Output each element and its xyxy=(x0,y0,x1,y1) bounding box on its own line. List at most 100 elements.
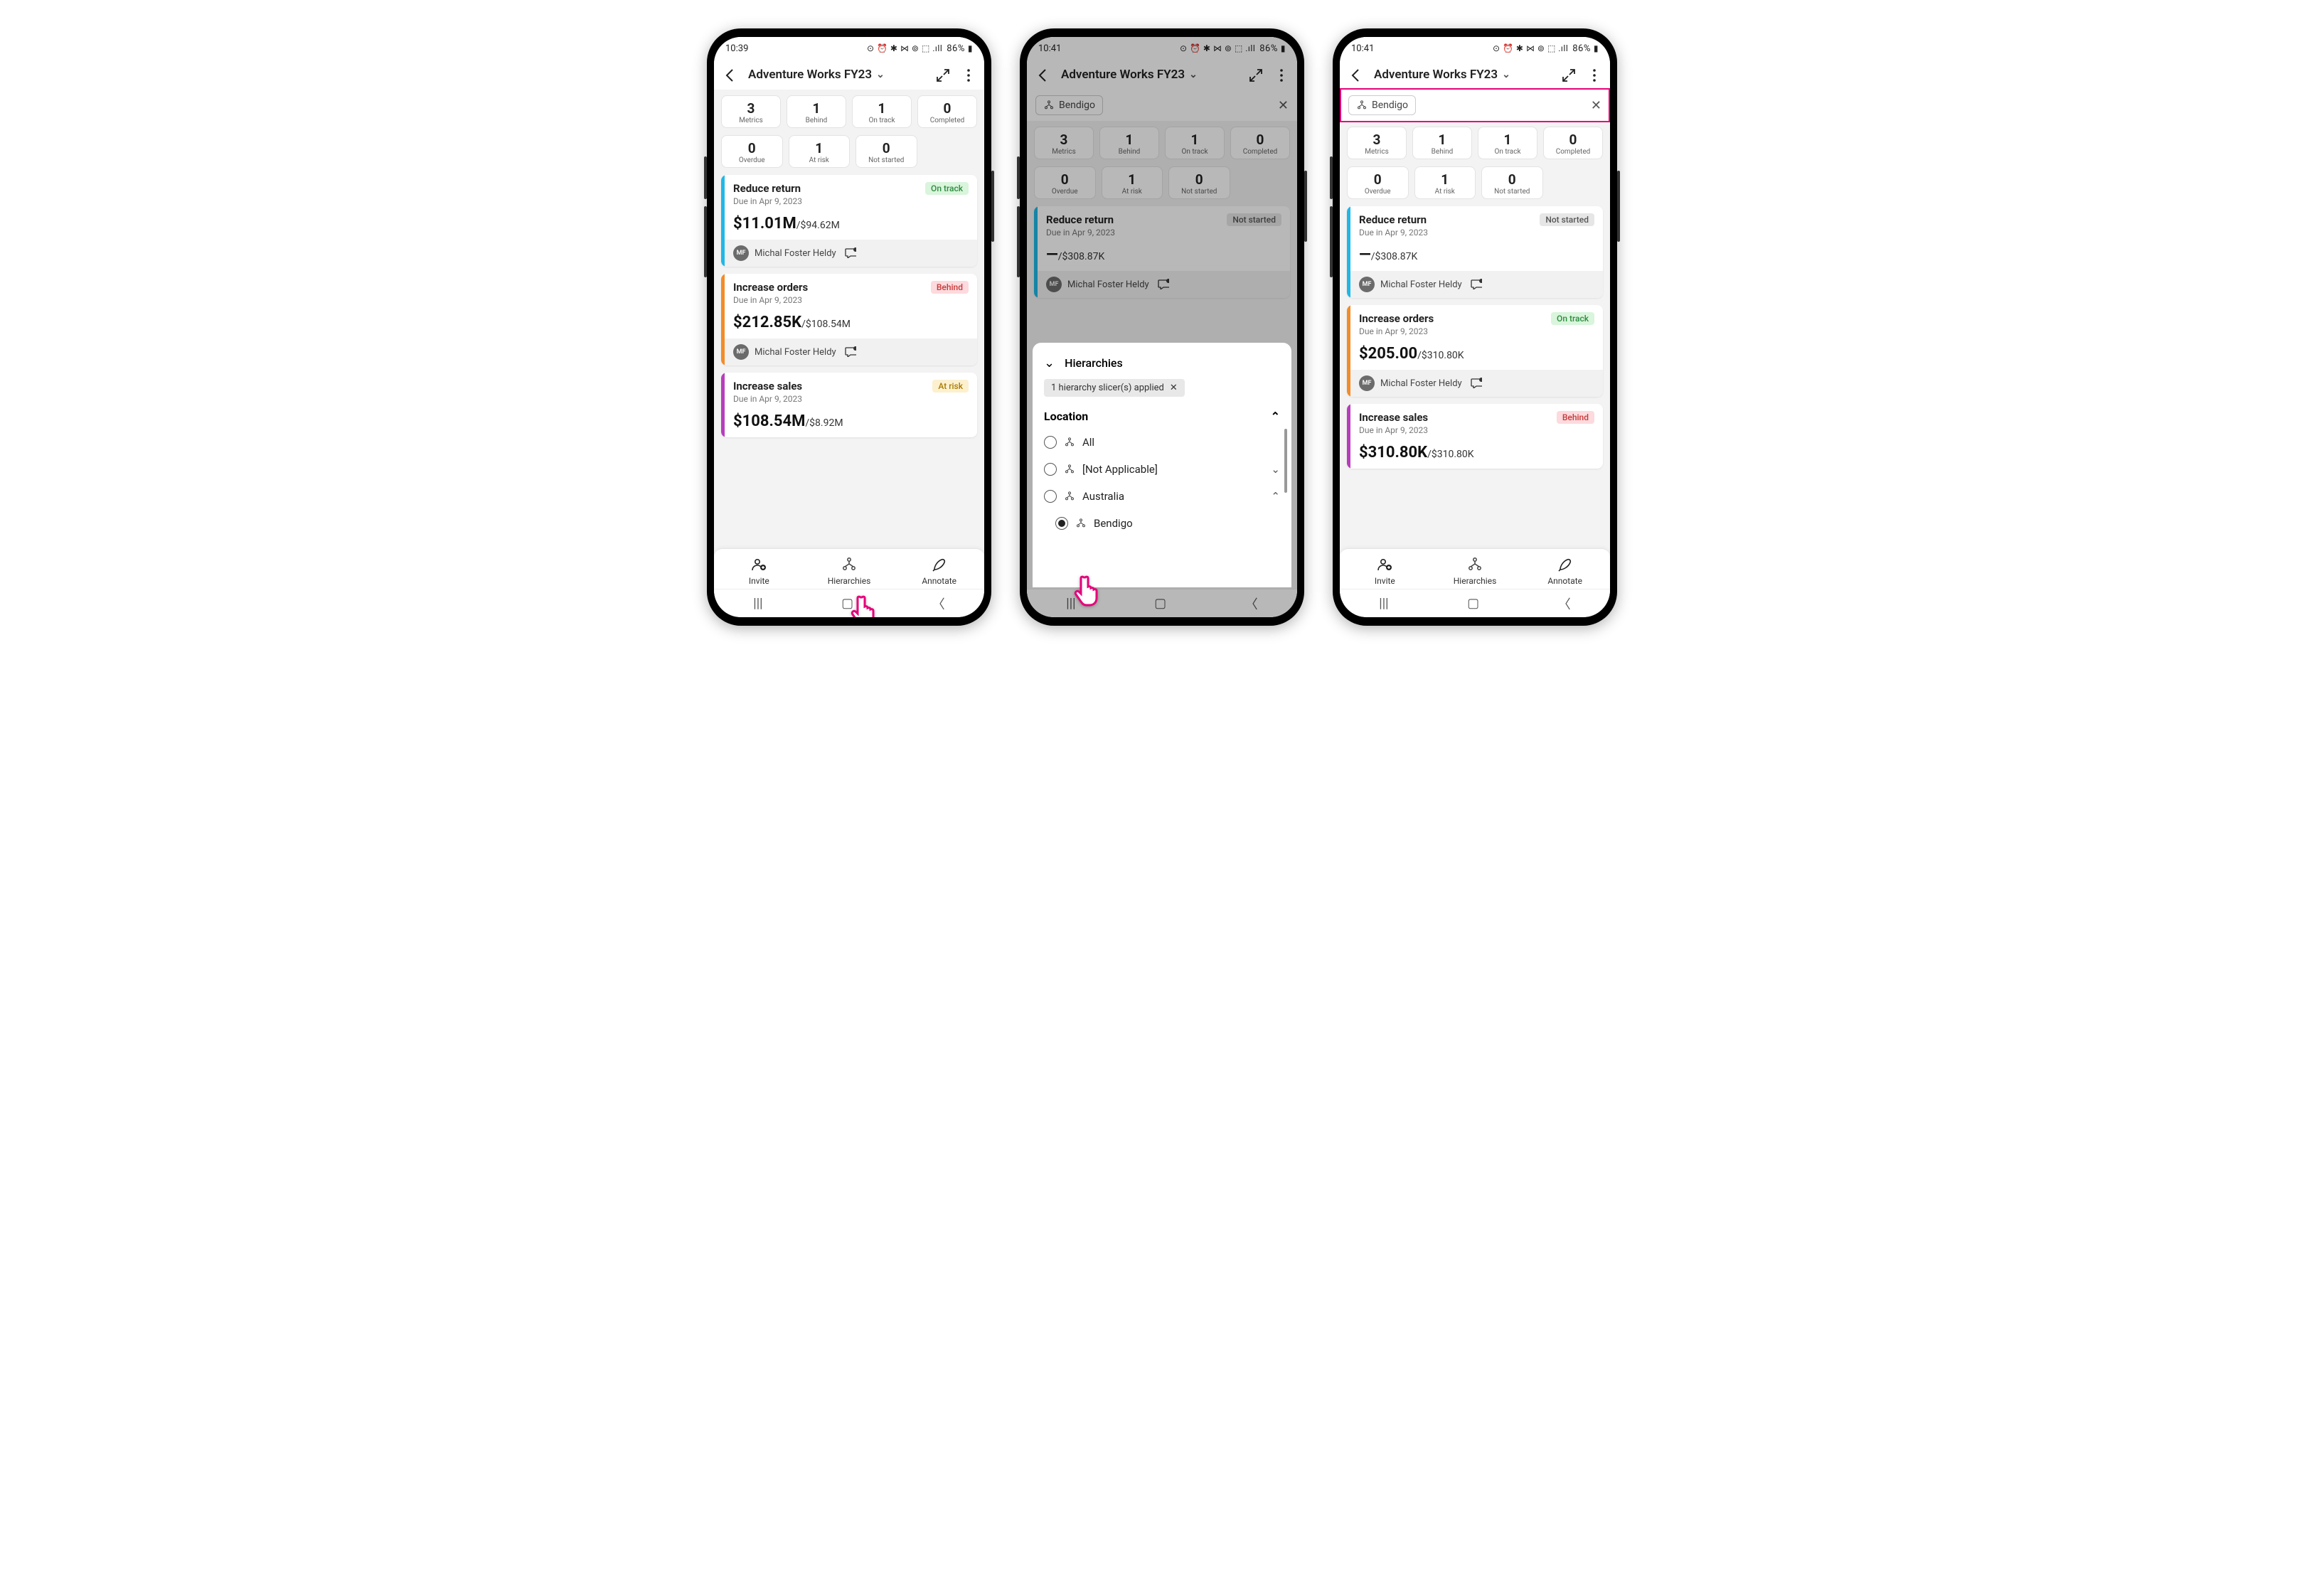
stat-behind[interactable]: 1Behind xyxy=(787,95,846,128)
bottom-bar: Invite Hierarchies Annotate xyxy=(714,548,984,589)
list-item[interactable]: All xyxy=(1041,429,1283,456)
battery-icon: ▮ xyxy=(1594,43,1599,53)
back-icon[interactable] xyxy=(723,67,738,82)
stats-row-2: 0Overdue 1At risk 0Not started xyxy=(1347,166,1603,199)
card-value: $108.54M/$8.92M xyxy=(733,412,969,430)
stat-ontrack[interactable]: 1On track xyxy=(852,95,912,128)
metric-card[interactable]: Reduce return Due in Apr 9, 2023 On trac… xyxy=(721,175,977,267)
owner: Michal Foster Heldy xyxy=(755,248,836,259)
stats-row-1: 3Metrics 1Behind 1On track 0Completed xyxy=(1347,127,1603,159)
radio[interactable] xyxy=(1044,463,1057,476)
owner: Michal Foster Heldy xyxy=(755,347,836,358)
status-icons: ⊙ ⏰ ✱ ⋈ ⊚ ⬚ .ıll xyxy=(867,43,942,53)
list-item[interactable]: [Not Applicable] ⌄ xyxy=(1041,456,1283,483)
owner: Michal Foster Heldy xyxy=(1380,378,1462,389)
card-footer: MF Michal Foster Heldy xyxy=(1350,271,1603,298)
stats-row-2: 0Overdue 1At risk 0Not started xyxy=(721,135,977,168)
hierarchy-icon xyxy=(1064,464,1075,475)
more-icon[interactable] xyxy=(960,67,976,82)
radio[interactable] xyxy=(1055,517,1068,530)
section-title: Location xyxy=(1044,410,1088,423)
avatar: MF xyxy=(733,344,749,360)
status-bar: 10:39 ⊙ ⏰ ✱ ⋈ ⊚ ⬚ .ıll 86% ▮ xyxy=(714,37,984,60)
comment-icon[interactable] xyxy=(1469,277,1482,292)
card-footer: MF Michal Foster Heldy xyxy=(725,240,977,267)
invite-button[interactable]: Invite xyxy=(714,556,804,586)
stat-behind[interactable]: 1Behind xyxy=(1412,127,1472,159)
chevron-up-icon[interactable]: ⌃ xyxy=(1271,410,1280,423)
nav-home-icon[interactable]: ▢ xyxy=(841,596,853,611)
comment-icon[interactable] xyxy=(843,245,856,261)
metric-card[interactable]: Increase orders Due in Apr 9, 2023 On tr… xyxy=(1347,305,1603,397)
nav-back-icon[interactable]: 〈 xyxy=(932,594,945,613)
filter-chip[interactable]: Bendigo xyxy=(1348,95,1416,115)
card-value: $11.01M/$94.62M xyxy=(733,215,969,233)
stats-row-1: 3Metrics 1Behind 1On track 0Completed xyxy=(721,95,977,128)
close-icon[interactable]: ✕ xyxy=(1170,383,1178,393)
list-item[interactable]: Bendigo xyxy=(1041,510,1283,537)
app-title[interactable]: Adventure Works FY23 ⌄ xyxy=(1374,68,1550,82)
card-value: —/$308.87K xyxy=(1359,246,1594,264)
metric-card[interactable]: Increase orders Due in Apr 9, 2023 Behin… xyxy=(721,274,977,365)
chevron-down-icon: ⌄ xyxy=(1502,69,1510,80)
chevron-down-icon[interactable]: ⌄ xyxy=(1271,463,1280,476)
stat-ontrack[interactable]: 1On track xyxy=(1478,127,1537,159)
clear-filter-icon[interactable]: ✕ xyxy=(1591,98,1601,113)
hierarchies-button[interactable]: Hierarchies xyxy=(804,556,895,586)
hierarchies-button[interactable]: Hierarchies xyxy=(1430,556,1520,586)
invite-button[interactable]: Invite xyxy=(1340,556,1430,586)
card-title: Increase orders xyxy=(1359,312,1434,325)
metric-card[interactable]: Increase sales Due in Apr 9, 2023 At ris… xyxy=(721,373,977,437)
stat-notstarted[interactable]: 0Not started xyxy=(1481,166,1543,199)
hierarchy-icon xyxy=(1075,518,1087,529)
nav-recent-icon[interactable]: ||| xyxy=(753,596,762,611)
filter-bar: Bendigo ✕ xyxy=(1340,90,1610,121)
more-icon[interactable] xyxy=(1586,67,1601,82)
nav-back-icon[interactable]: 〈 xyxy=(1558,594,1571,613)
chevron-down-icon: ⌄ xyxy=(876,69,885,80)
card-due: Due in Apr 9, 2023 xyxy=(733,295,808,305)
radio[interactable] xyxy=(1044,490,1057,503)
expand-icon[interactable] xyxy=(934,67,950,82)
chevron-down-icon[interactable]: ⌄ xyxy=(1044,356,1055,370)
app-header: Adventure Works FY23 ⌄ xyxy=(1340,60,1610,90)
battery-icon: ▮ xyxy=(968,43,973,53)
card-value: $310.80K/$310.80K xyxy=(1359,444,1594,461)
card-value: $205.00/$310.80K xyxy=(1359,345,1594,363)
card-due: Due in Apr 9, 2023 xyxy=(733,394,802,404)
scrollbar[interactable] xyxy=(1284,429,1287,493)
hierarchies-panel: ⌄ Hierarchies 1 hierarchy slicer(s) appl… xyxy=(1033,343,1291,587)
radio[interactable] xyxy=(1044,436,1057,449)
back-icon[interactable] xyxy=(1348,67,1364,82)
nav-recent-icon[interactable]: ||| xyxy=(1379,596,1388,611)
status-badge: Not started xyxy=(1540,213,1594,226)
app-title[interactable]: Adventure Works FY23 ⌄ xyxy=(748,68,924,82)
stat-metrics[interactable]: 3Metrics xyxy=(1347,127,1407,159)
annotate-button[interactable]: Annotate xyxy=(1520,556,1610,586)
stat-completed[interactable]: 0Completed xyxy=(917,95,977,128)
applied-slicers-chip[interactable]: 1 hierarchy slicer(s) applied ✕ xyxy=(1044,379,1185,397)
annotate-button[interactable]: Annotate xyxy=(894,556,984,586)
stat-notstarted[interactable]: 0Not started xyxy=(855,135,917,168)
chevron-up-icon[interactable]: ⌃ xyxy=(1271,490,1280,503)
app-header: Adventure Works FY23 ⌄ xyxy=(714,60,984,90)
stat-atrisk[interactable]: 1At risk xyxy=(789,135,851,168)
stat-atrisk[interactable]: 1At risk xyxy=(1414,166,1476,199)
stat-overdue[interactable]: 0Overdue xyxy=(1347,166,1409,199)
stat-metrics[interactable]: 3Metrics xyxy=(721,95,781,128)
nav-home-icon[interactable]: ▢ xyxy=(1467,596,1479,611)
expand-icon[interactable] xyxy=(1560,67,1576,82)
comment-icon[interactable] xyxy=(843,344,856,360)
card-title: Increase orders xyxy=(733,281,808,294)
comment-icon[interactable] xyxy=(1469,375,1482,391)
status-battery: 86% xyxy=(1572,43,1591,54)
metric-card[interactable]: Increase sales Due in Apr 9, 2023 Behind… xyxy=(1347,404,1603,469)
metric-card[interactable]: Reduce return Due in Apr 9, 2023 Not sta… xyxy=(1347,206,1603,298)
stat-completed[interactable]: 0Completed xyxy=(1543,127,1603,159)
stat-overdue[interactable]: 0Overdue xyxy=(721,135,783,168)
card-due: Due in Apr 9, 2023 xyxy=(733,196,802,206)
status-time: 10:41 xyxy=(1351,43,1374,54)
card-value: $212.85K/$108.54M xyxy=(733,314,969,331)
list-item[interactable]: Australia ⌃ xyxy=(1041,483,1283,510)
card-title: Increase sales xyxy=(733,380,802,393)
